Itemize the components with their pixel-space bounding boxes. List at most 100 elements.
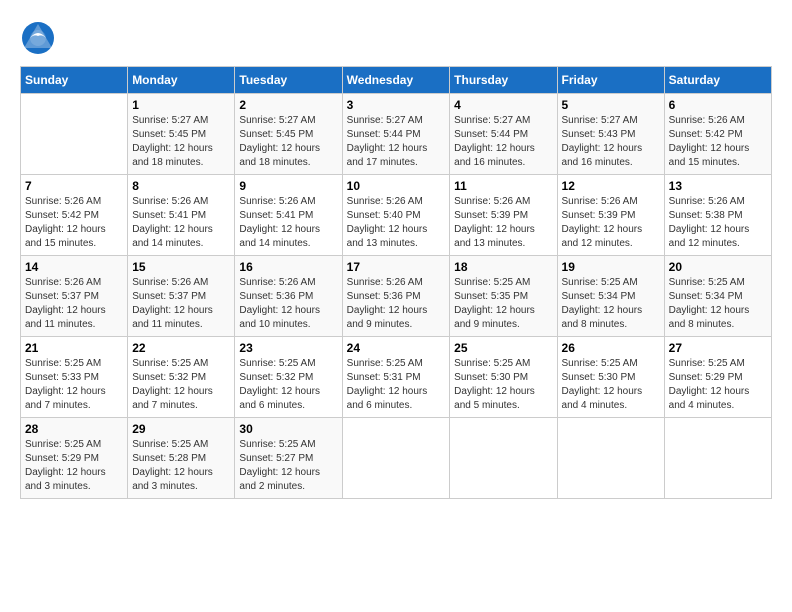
calendar-cell: 20Sunrise: 5:25 AM Sunset: 5:34 PM Dayli… <box>664 256 771 337</box>
calendar-cell: 26 Sunrise: 5:25 AM Sunset: 5:30 PM Dayli… <box>557 337 664 418</box>
day-info: Sunrise: 5:26 AM Sunset: 5:36 PM Dayligh… <box>347 276 446 332</box>
calendar-cell: 14 Sunrise: 5:26 AM Sunset: 5:37 PM Dayli… <box>21 256 128 337</box>
day-of-week-header: Thursday <box>450 67 557 94</box>
day-info: Sunrise: 5:25 AM Sunset: 5:29 PM Dayligh… <box>669 357 767 413</box>
calendar-week-row: 1Sunrise: 5:27 AM Sunset: 5:45 PM Daylig… <box>21 94 772 175</box>
day-number: 16 <box>239 260 337 274</box>
day-number: 22 <box>132 341 230 355</box>
day-info: Sunrise: 5:27 AM Sunset: 5:43 PM Dayligh… <box>562 114 660 170</box>
day-info: Sunrise: 5:26 AM Sunset: 5:41 PM Dayligh… <box>132 195 230 251</box>
calendar-cell: 17 Sunrise: 5:26 AM Sunset: 5:36 PM Dayli… <box>342 256 450 337</box>
day-number: 7 <box>25 179 123 193</box>
calendar-cell: 5 Sunrise: 5:27 AM Sunset: 5:43 PM Daylig… <box>557 94 664 175</box>
day-number: 6 <box>669 98 767 112</box>
day-info: Sunrise: 5:26 AM Sunset: 5:42 PM Dayligh… <box>669 114 767 170</box>
page-header <box>20 20 772 56</box>
day-number: 3 <box>347 98 446 112</box>
day-number: 12 <box>562 179 660 193</box>
day-info: Sunrise: 5:26 AM Sunset: 5:40 PM Dayligh… <box>347 195 446 251</box>
day-info: Sunrise: 5:25 AM Sunset: 5:32 PM Dayligh… <box>239 357 337 413</box>
calendar-week-row: 14 Sunrise: 5:26 AM Sunset: 5:37 PM Dayli… <box>21 256 772 337</box>
day-number: 10 <box>347 179 446 193</box>
day-number: 30 <box>239 422 337 436</box>
calendar-cell: 22 Sunrise: 5:25 AM Sunset: 5:32 PM Dayli… <box>128 337 235 418</box>
day-number: 29 <box>132 422 230 436</box>
calendar-cell: 27 Sunrise: 5:25 AM Sunset: 5:29 PM Dayli… <box>664 337 771 418</box>
day-number: 23 <box>239 341 337 355</box>
calendar-cell <box>342 418 450 499</box>
day-info: Sunrise: 5:25 AM Sunset: 5:34 PM Dayligh… <box>562 276 660 332</box>
day-info: Sunrise: 5:26 AM Sunset: 5:42 PM Dayligh… <box>25 195 123 251</box>
day-info: Sunrise: 5:25 AM Sunset: 5:30 PM Dayligh… <box>454 357 552 413</box>
calendar-cell: 18Sunrise: 5:25 AM Sunset: 5:35 PM Dayli… <box>450 256 557 337</box>
day-info: Sunrise: 5:25 AM Sunset: 5:27 PM Dayligh… <box>239 438 337 494</box>
calendar-cell <box>557 418 664 499</box>
day-number: 2 <box>239 98 337 112</box>
day-info: Sunrise: 5:26 AM Sunset: 5:41 PM Dayligh… <box>239 195 337 251</box>
day-info: Sunrise: 5:27 AM Sunset: 5:44 PM Dayligh… <box>347 114 446 170</box>
calendar-cell <box>450 418 557 499</box>
day-info: Sunrise: 5:27 AM Sunset: 5:45 PM Dayligh… <box>132 114 230 170</box>
day-of-week-header: Monday <box>128 67 235 94</box>
calendar-cell: 19 Sunrise: 5:25 AM Sunset: 5:34 PM Dayli… <box>557 256 664 337</box>
day-number: 19 <box>562 260 660 274</box>
day-info: Sunrise: 5:25 AM Sunset: 5:33 PM Dayligh… <box>25 357 123 413</box>
day-info: Sunrise: 5:25 AM Sunset: 5:29 PM Dayligh… <box>25 438 123 494</box>
calendar-cell: 24 Sunrise: 5:25 AM Sunset: 5:31 PM Dayli… <box>342 337 450 418</box>
day-number: 18 <box>454 260 552 274</box>
logo-icon <box>20 20 56 56</box>
day-number: 26 <box>562 341 660 355</box>
day-number: 17 <box>347 260 446 274</box>
day-number: 25 <box>454 341 552 355</box>
day-info: Sunrise: 5:25 AM Sunset: 5:30 PM Dayligh… <box>562 357 660 413</box>
calendar-cell: 29Sunrise: 5:25 AM Sunset: 5:28 PM Dayli… <box>128 418 235 499</box>
calendar-cell: 3 Sunrise: 5:27 AM Sunset: 5:44 PM Daylig… <box>342 94 450 175</box>
day-number: 14 <box>25 260 123 274</box>
calendar-cell: 8 Sunrise: 5:26 AM Sunset: 5:41 PM Daylig… <box>128 175 235 256</box>
calendar-week-row: 7 Sunrise: 5:26 AM Sunset: 5:42 PM Daylig… <box>21 175 772 256</box>
day-of-week-header: Sunday <box>21 67 128 94</box>
day-number: 5 <box>562 98 660 112</box>
calendar-header-row: SundayMondayTuesdayWednesdayThursdayFrid… <box>21 67 772 94</box>
day-info: Sunrise: 5:27 AM Sunset: 5:44 PM Dayligh… <box>454 114 552 170</box>
calendar-cell: 1Sunrise: 5:27 AM Sunset: 5:45 PM Daylig… <box>128 94 235 175</box>
day-info: Sunrise: 5:26 AM Sunset: 5:38 PM Dayligh… <box>669 195 767 251</box>
day-info: Sunrise: 5:26 AM Sunset: 5:36 PM Dayligh… <box>239 276 337 332</box>
day-of-week-header: Saturday <box>664 67 771 94</box>
logo <box>20 20 60 56</box>
day-info: Sunrise: 5:25 AM Sunset: 5:31 PM Dayligh… <box>347 357 446 413</box>
day-number: 4 <box>454 98 552 112</box>
calendar-week-row: 21 Sunrise: 5:25 AM Sunset: 5:33 PM Dayli… <box>21 337 772 418</box>
calendar-cell: 25 Sunrise: 5:25 AM Sunset: 5:30 PM Dayli… <box>450 337 557 418</box>
calendar-cell: 10 Sunrise: 5:26 AM Sunset: 5:40 PM Dayli… <box>342 175 450 256</box>
day-info: Sunrise: 5:26 AM Sunset: 5:37 PM Dayligh… <box>132 276 230 332</box>
calendar-cell: 6 Sunrise: 5:26 AM Sunset: 5:42 PM Daylig… <box>664 94 771 175</box>
calendar-cell: 21 Sunrise: 5:25 AM Sunset: 5:33 PM Dayli… <box>21 337 128 418</box>
day-number: 24 <box>347 341 446 355</box>
calendar-cell <box>21 94 128 175</box>
day-of-week-header: Wednesday <box>342 67 450 94</box>
day-info: Sunrise: 5:26 AM Sunset: 5:39 PM Dayligh… <box>454 195 552 251</box>
calendar-cell: 30 Sunrise: 5:25 AM Sunset: 5:27 PM Dayli… <box>235 418 342 499</box>
calendar-cell: 2 Sunrise: 5:27 AM Sunset: 5:45 PM Daylig… <box>235 94 342 175</box>
day-number: 21 <box>25 341 123 355</box>
day-info: Sunrise: 5:26 AM Sunset: 5:37 PM Dayligh… <box>25 276 123 332</box>
day-number: 8 <box>132 179 230 193</box>
calendar-cell: 9Sunrise: 5:26 AM Sunset: 5:41 PM Daylig… <box>235 175 342 256</box>
calendar-cell <box>664 418 771 499</box>
day-number: 11 <box>454 179 552 193</box>
day-of-week-header: Friday <box>557 67 664 94</box>
calendar-cell: 7 Sunrise: 5:26 AM Sunset: 5:42 PM Daylig… <box>21 175 128 256</box>
day-number: 27 <box>669 341 767 355</box>
calendar-cell: 15Sunrise: 5:26 AM Sunset: 5:37 PM Dayli… <box>128 256 235 337</box>
calendar-week-row: 28 Sunrise: 5:25 AM Sunset: 5:29 PM Dayli… <box>21 418 772 499</box>
calendar-cell: 16 Sunrise: 5:26 AM Sunset: 5:36 PM Dayli… <box>235 256 342 337</box>
day-info: Sunrise: 5:27 AM Sunset: 5:45 PM Dayligh… <box>239 114 337 170</box>
calendar-cell: 12Sunrise: 5:26 AM Sunset: 5:39 PM Dayli… <box>557 175 664 256</box>
day-of-week-header: Tuesday <box>235 67 342 94</box>
calendar-cell: 13Sunrise: 5:26 AM Sunset: 5:38 PM Dayli… <box>664 175 771 256</box>
day-number: 28 <box>25 422 123 436</box>
day-info: Sunrise: 5:25 AM Sunset: 5:32 PM Dayligh… <box>132 357 230 413</box>
calendar-cell: 28 Sunrise: 5:25 AM Sunset: 5:29 PM Dayli… <box>21 418 128 499</box>
day-number: 20 <box>669 260 767 274</box>
